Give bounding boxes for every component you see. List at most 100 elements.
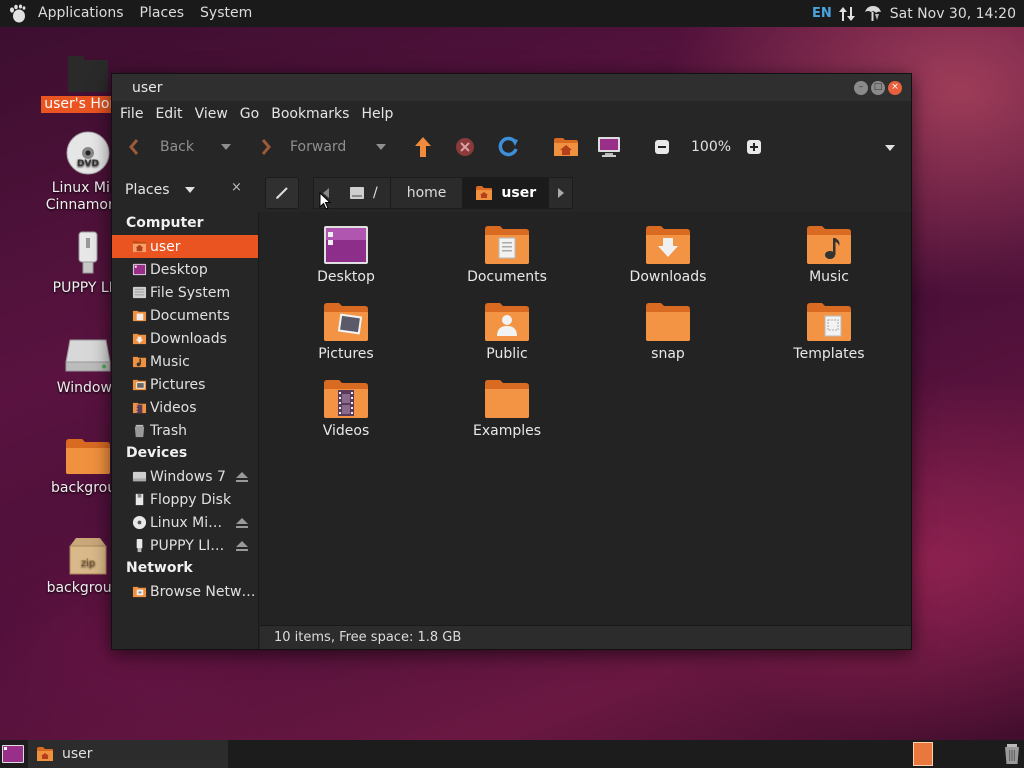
file-item-label: Examples: [472, 423, 542, 439]
file-item-videos[interactable]: Videos: [286, 378, 406, 439]
file-item-examples[interactable]: Examples: [447, 378, 567, 439]
file-item-pictures[interactable]: Pictures: [286, 301, 406, 362]
sidebar-item-downloads[interactable]: Downloads: [112, 327, 258, 350]
menu-view[interactable]: View: [189, 106, 234, 122]
sidebar-item-linux-mint[interactable]: Linux Mi…: [112, 511, 258, 534]
floppy-icon: [135, 493, 144, 506]
file-item-public[interactable]: Public: [447, 301, 567, 362]
close-window-button[interactable]: ×: [888, 80, 902, 95]
mouse-cursor-icon: [319, 192, 331, 210]
stop-icon[interactable]: [455, 137, 475, 157]
places-sidebar: Computer user Desktop File System Docume…: [112, 212, 259, 649]
file-item-music[interactable]: Music: [769, 224, 889, 285]
file-item-documents[interactable]: Documents: [447, 224, 567, 285]
eject-icon[interactable]: [235, 471, 249, 483]
sidebar-item-music[interactable]: Music: [112, 350, 258, 373]
sidebar-item-windows-7[interactable]: Windows 7: [112, 465, 258, 488]
sidebar-item-floppy-disk[interactable]: Floppy Disk: [112, 488, 258, 511]
file-item-label: snap: [651, 346, 685, 362]
file-item-downloads[interactable]: Downloads: [608, 224, 728, 285]
folder-icon: [66, 439, 110, 474]
menu-file[interactable]: File: [114, 106, 149, 122]
forward-arrow-icon: [261, 139, 271, 155]
sidebar-item-puppy-linux[interactable]: PUPPY LI…: [112, 534, 258, 557]
file-item-label: Documents: [467, 269, 547, 285]
menu-edit[interactable]: Edit: [149, 106, 188, 122]
computer-icon[interactable]: [597, 136, 621, 158]
toggle-location-entry-button[interactable]: [265, 177, 299, 209]
forward-button[interactable]: Forward: [260, 126, 346, 168]
sidebar-item-label: Downloads: [150, 330, 227, 347]
sidebar-item-desktop[interactable]: Desktop: [112, 258, 258, 281]
folder-icon: [646, 303, 690, 341]
file-manager-window: user – □ × File Edit View Go Bookmarks H…: [111, 73, 912, 650]
maximize-button[interactable]: □: [871, 80, 885, 95]
gnome-foot-icon[interactable]: [8, 4, 28, 24]
file-item-label: Public: [486, 346, 528, 362]
templates-folder-icon: [807, 303, 851, 341]
applications-menu[interactable]: Applications: [30, 0, 132, 27]
network-arrows-icon[interactable]: [838, 5, 856, 23]
back-button[interactable]: Back: [128, 126, 194, 168]
keyboard-layout-indicator[interactable]: EN: [812, 6, 832, 21]
zoom-out-icon[interactable]: [655, 140, 669, 154]
network-icon: [132, 586, 147, 598]
menu-help[interactable]: Help: [355, 106, 399, 122]
sidebar-item-label: Floppy Disk: [150, 491, 232, 508]
go-up-icon[interactable]: [413, 136, 433, 158]
menu-bookmarks[interactable]: Bookmarks: [265, 106, 355, 122]
breadcrumb-root[interactable]: /: [337, 177, 391, 209]
file-item-templates[interactable]: Templates: [769, 301, 889, 362]
sidebar-item-documents[interactable]: Documents: [112, 304, 258, 327]
eject-icon[interactable]: [235, 517, 249, 529]
toolbar-overflow-icon[interactable]: [884, 143, 896, 153]
clock[interactable]: Sat Nov 30, 14:20: [890, 6, 1016, 22]
sidebar-item-label: user: [150, 238, 181, 255]
sidebar-item-label: Documents: [150, 307, 230, 324]
hard-drive-icon: [65, 339, 111, 372]
show-desktop-icon[interactable]: [1, 744, 25, 764]
zoom-in-icon[interactable]: [747, 140, 761, 154]
forward-label: Forward: [290, 139, 347, 155]
sidebar-item-videos[interactable]: Videos: [112, 396, 258, 419]
update-notifier-icon[interactable]: [862, 4, 884, 24]
menu-go[interactable]: Go: [234, 106, 265, 122]
sidebar-item-trash[interactable]: Trash: [112, 419, 258, 442]
breadcrumb-scroll-right[interactable]: [549, 177, 574, 209]
sidebar-item-file-system[interactable]: File System: [112, 281, 258, 304]
reload-icon[interactable]: [498, 136, 520, 158]
system-menu[interactable]: System: [192, 0, 260, 27]
sidebar-item-pictures[interactable]: Pictures: [112, 373, 258, 396]
workspace-switcher[interactable]: [913, 742, 933, 766]
home-folder-button-icon[interactable]: [553, 136, 579, 158]
pictures-folder-icon: [324, 303, 368, 341]
places-menu[interactable]: Places: [132, 0, 193, 27]
minimize-button[interactable]: –: [854, 80, 868, 95]
sidebar-item-label: Music: [150, 353, 190, 370]
trash-icon[interactable]: [1003, 743, 1021, 765]
breadcrumb-user[interactable]: user: [463, 177, 550, 209]
breadcrumb-root-label: /: [373, 185, 378, 201]
file-item-desktop[interactable]: Desktop: [286, 224, 406, 285]
back-arrow-icon: [129, 139, 139, 155]
window-titlebar[interactable]: user – □ ×: [112, 74, 911, 101]
close-sidebar-button[interactable]: ×: [231, 180, 242, 195]
sidebar-item-label: Trash: [150, 422, 187, 439]
zoom-level: 100%: [691, 139, 732, 155]
sidebar-item-browse-network[interactable]: Browse Netw…: [112, 580, 258, 603]
eject-icon[interactable]: [235, 540, 249, 552]
sidebar-heading-network: Network: [126, 560, 193, 576]
music-folder-icon: [807, 226, 851, 264]
sidebar-item-label: PUPPY LI…: [150, 537, 225, 554]
file-item-label: Pictures: [318, 346, 374, 362]
back-history-dropdown-icon[interactable]: [220, 142, 232, 152]
trash-icon: [134, 424, 145, 438]
places-selector[interactable]: Places: [125, 168, 196, 212]
sidebar-item-user[interactable]: user: [112, 235, 258, 258]
file-item-label: Templates: [793, 346, 865, 362]
breadcrumb-home[interactable]: home: [390, 177, 464, 209]
file-item-snap[interactable]: snap: [608, 301, 728, 362]
sidebar-heading-devices: Devices: [126, 445, 188, 461]
taskbar-item-user[interactable]: user: [28, 740, 228, 768]
forward-history-dropdown-icon[interactable]: [375, 142, 387, 152]
